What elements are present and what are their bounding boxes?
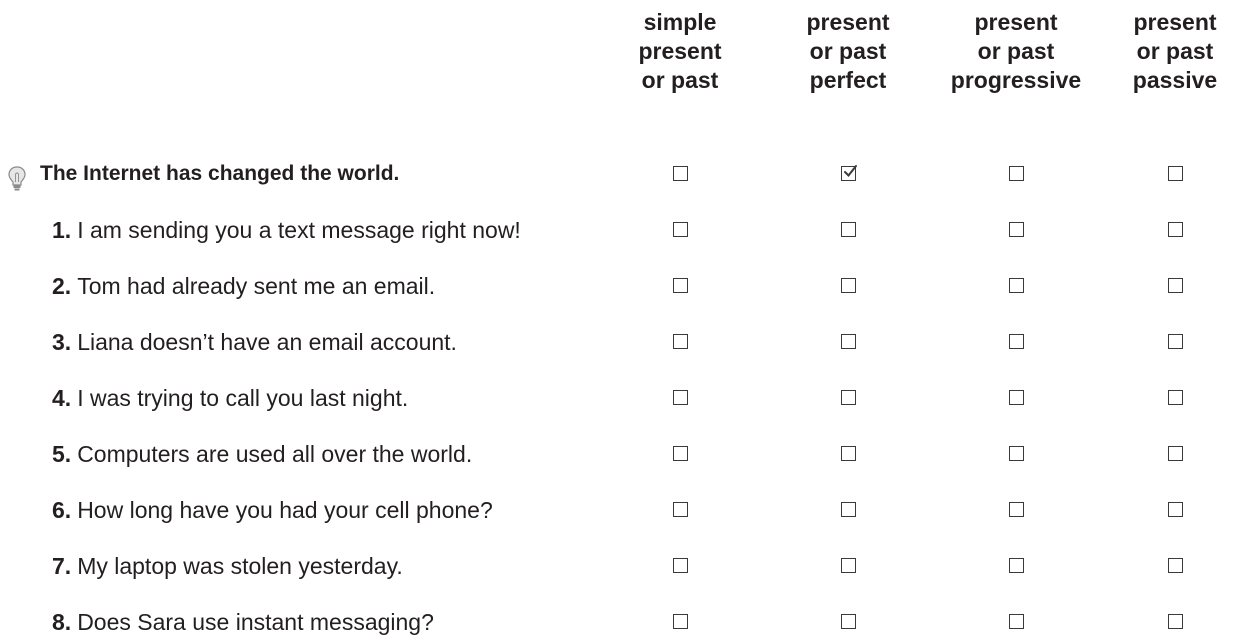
item-4-checkbox-1[interactable]: [673, 390, 688, 405]
example-checkbox-4[interactable]: [1168, 166, 1183, 181]
item-3-checkbox-3[interactable]: [1009, 334, 1024, 349]
item-4-checkbox-4[interactable]: [1168, 390, 1183, 405]
exercise-sentence: 5. Computers are used all over the world.: [52, 434, 472, 474]
item-5-checkbox-3[interactable]: [1009, 446, 1024, 461]
item-2-checkbox-3[interactable]: [1009, 278, 1024, 293]
column-header-3: present or past progressive: [950, 9, 1082, 93]
exercise-row-8: 8. Does Sara use instant messaging?: [0, 602, 1233, 642]
item-3-checkbox-1[interactable]: [673, 334, 688, 349]
item-number: 2.: [52, 273, 72, 299]
item-5-checkbox-4[interactable]: [1168, 446, 1183, 461]
item-5-checkbox-1[interactable]: [673, 446, 688, 461]
item-1-checkbox-1[interactable]: [673, 222, 688, 237]
exercise-row-4: 4. I was trying to call you last night.: [0, 378, 1233, 418]
item-6-checkbox-1[interactable]: [673, 502, 688, 517]
lightbulb-icon: [8, 166, 26, 197]
example-sentence: The Internet has changed the world.: [40, 162, 400, 185]
exercise-sentence: 6. How long have you had your cell phone?: [52, 490, 493, 530]
item-text: How long have you had your cell phone?: [77, 497, 493, 523]
example-checkbox-2[interactable]: [841, 165, 857, 181]
exercise-sentence: 3. Liana doesn’t have an email account.: [52, 322, 457, 362]
item-number: 5.: [52, 441, 72, 467]
example-checkbox-3[interactable]: [1009, 166, 1024, 181]
exercise-sentence: 1. I am sending you a text message right …: [52, 210, 521, 250]
item-7-checkbox-1[interactable]: [673, 558, 688, 573]
item-2-checkbox-1[interactable]: [673, 278, 688, 293]
item-3-checkbox-2[interactable]: [841, 334, 856, 349]
exercise-row-7: 7. My laptop was stolen yesterday.: [0, 546, 1233, 586]
item-number: 6.: [52, 497, 72, 523]
column-header-2: present or past perfect: [806, 9, 890, 93]
example-row: The Internet has changed the world.: [0, 154, 1233, 194]
item-text: I was trying to call you last night.: [77, 385, 409, 411]
exercise-row-3: 3. Liana doesn’t have an email account.: [0, 322, 1233, 362]
item-5-checkbox-2[interactable]: [841, 446, 856, 461]
item-1-checkbox-4[interactable]: [1168, 222, 1183, 237]
item-number: 3.: [52, 329, 72, 355]
checkmark-icon: [844, 165, 857, 178]
item-4-checkbox-2[interactable]: [841, 390, 856, 405]
item-2-checkbox-2[interactable]: [841, 278, 856, 293]
item-7-checkbox-2[interactable]: [841, 558, 856, 573]
item-4-checkbox-3[interactable]: [1009, 390, 1024, 405]
item-text: My laptop was stolen yesterday.: [77, 553, 403, 579]
item-2-checkbox-4[interactable]: [1168, 278, 1183, 293]
item-6-checkbox-3[interactable]: [1009, 502, 1024, 517]
exercise-row-2: 2. Tom had already sent me an email.: [0, 266, 1233, 306]
exercise-sentence: 2. Tom had already sent me an email.: [52, 266, 435, 306]
item-text: I am sending you a text message right no…: [77, 217, 521, 243]
item-8-checkbox-3[interactable]: [1009, 614, 1024, 629]
item-text: Computers are used all over the world.: [77, 441, 473, 467]
column-header-1: simple present or past: [638, 9, 722, 93]
exercise-sentence: 4. I was trying to call you last night.: [52, 378, 408, 418]
exercise-row-1: 1. I am sending you a text message right …: [0, 210, 1233, 250]
item-number: 7.: [52, 553, 72, 579]
item-8-checkbox-2[interactable]: [841, 614, 856, 629]
exercise-sentence: 8. Does Sara use instant messaging?: [52, 602, 434, 642]
column-header-4: present or past passive: [1132, 9, 1218, 93]
example-checkbox-1[interactable]: [673, 166, 688, 181]
item-number: 8.: [52, 609, 72, 635]
item-6-checkbox-4[interactable]: [1168, 502, 1183, 517]
item-text: Tom had already sent me an email.: [77, 273, 436, 299]
item-text: Does Sara use instant messaging?: [77, 609, 434, 635]
item-7-checkbox-4[interactable]: [1168, 558, 1183, 573]
item-1-checkbox-3[interactable]: [1009, 222, 1024, 237]
item-3-checkbox-4[interactable]: [1168, 334, 1183, 349]
item-7-checkbox-3[interactable]: [1009, 558, 1024, 573]
item-text: Liana doesn’t have an email account.: [77, 329, 457, 355]
item-1-checkbox-2[interactable]: [841, 222, 856, 237]
exercise-sentence: 7. My laptop was stolen yesterday.: [52, 546, 403, 586]
item-8-checkbox-4[interactable]: [1168, 614, 1183, 629]
exercise-row-5: 5. Computers are used all over the world.: [0, 434, 1233, 474]
item-number: 4.: [52, 385, 72, 411]
item-8-checkbox-1[interactable]: [673, 614, 688, 629]
item-6-checkbox-2[interactable]: [841, 502, 856, 517]
item-number: 1.: [52, 217, 72, 243]
exercise-row-6: 6. How long have you had your cell phone?: [0, 490, 1233, 530]
